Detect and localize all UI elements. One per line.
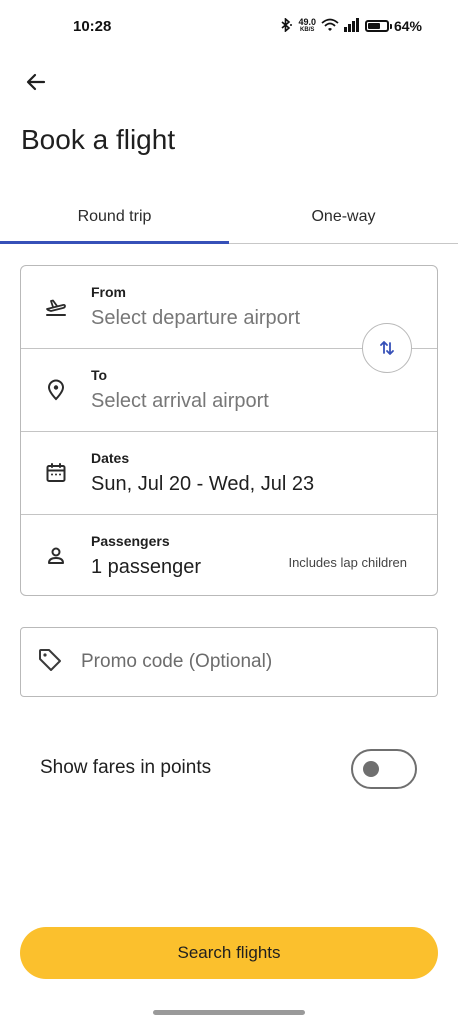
lap-children-note: Includes lap children: [288, 555, 407, 570]
flight-search-form: From Select departure airport To Select …: [20, 265, 438, 596]
status-icons: 49.0 KB/S 64%: [279, 16, 422, 35]
bluetooth-icon: [279, 16, 293, 35]
page-title: Book a flight: [21, 124, 176, 155]
to-placeholder: Select arrival airport: [91, 389, 269, 412]
dates-value: Sun, Jul 20 - Wed, Jul 23: [91, 472, 315, 495]
battery-icon: [364, 20, 392, 32]
from-label: From: [91, 284, 126, 300]
tab-one-way[interactable]: One-way: [229, 190, 458, 243]
home-indicator[interactable]: [153, 1010, 305, 1015]
swap-airports-button[interactable]: [362, 323, 412, 373]
airplane-takeoff-icon: [21, 295, 91, 319]
points-toggle[interactable]: [351, 749, 417, 789]
toggle-knob: [363, 761, 379, 777]
trip-type-tabs: Round trip One-way: [0, 190, 458, 244]
status-time: 10:28: [73, 17, 112, 35]
back-button[interactable]: [18, 66, 54, 98]
to-label: To: [91, 366, 108, 383]
status-bar: 10:28 49.0 KB/S 64%: [0, 0, 458, 52]
dates-label: Dates: [91, 449, 130, 466]
tab-round-trip[interactable]: Round trip: [0, 190, 229, 244]
net-speed-indicator: 49.0 KB/S: [298, 17, 316, 34]
calendar-icon: [21, 461, 91, 485]
tag-icon: [37, 647, 63, 678]
swap-arrows-icon: [380, 341, 394, 355]
passengers-label: Passengers: [91, 532, 170, 549]
search-flights-button[interactable]: Search flights: [20, 927, 438, 979]
from-placeholder: Select departure airport: [91, 307, 301, 329]
passengers-field[interactable]: Passengers 1 passenger Includes lap chil…: [21, 514, 437, 596]
promo-code-input[interactable]: Promo code (Optional): [20, 627, 438, 697]
location-pin-icon: [21, 378, 91, 402]
person-icon: [21, 544, 91, 568]
battery-percent: 64%: [393, 18, 422, 34]
arrow-left-icon: [26, 73, 46, 91]
signal-icon: [343, 17, 360, 35]
points-label: Show fares in points: [40, 757, 212, 778]
dates-field[interactable]: Dates Sun, Jul 20 - Wed, Jul 23: [21, 431, 437, 513]
promo-code-placeholder: Promo code (Optional): [81, 651, 273, 672]
passengers-value: 1 passenger: [91, 555, 202, 578]
wifi-icon: [321, 18, 339, 35]
